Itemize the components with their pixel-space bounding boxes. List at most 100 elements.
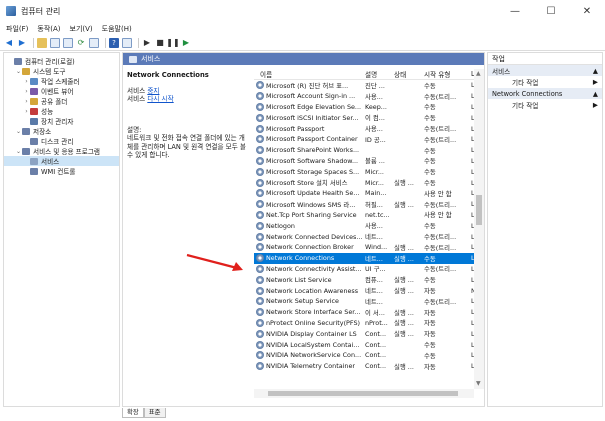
service-startup-type: 자동 [424, 308, 436, 317]
expanded-chevron-icon[interactable]: ⌄ [15, 148, 22, 155]
collapse-up-icon[interactable]: ▲ [593, 90, 598, 98]
table-row[interactable]: Network Setup Service 네트... 수동(트리... L [254, 296, 484, 307]
table-row[interactable]: NVIDIA NetworkService Con... Cont... 수동 L [254, 350, 484, 361]
tree-item[interactable]: ⌄ 저장소 [4, 126, 119, 136]
table-row[interactable]: Network Connectivity Assist... UI 구... 수동(… [254, 264, 484, 275]
table-row[interactable]: Microsoft Passport Container ID 공... 수동(트리… [254, 134, 484, 145]
maximize-button[interactable]: ☐ [533, 0, 569, 22]
table-row[interactable]: Network Connection Broker Wind... 실행 ... 수동… [254, 242, 484, 253]
column-header-name[interactable]: 이름 [254, 69, 363, 79]
service-description: UI 구... [365, 265, 386, 274]
table-row[interactable]: Microsoft Update Health Se... Main... 사용 안… [254, 188, 484, 199]
tree-item[interactable]: › 성능 [4, 106, 119, 116]
pause-icon[interactable]: ❚❚ [166, 38, 179, 48]
table-row[interactable]: Microsoft iSCSI Initiator Ser... 이 컴... 수동… [254, 112, 484, 123]
tab-standard[interactable]: 표준 [143, 408, 166, 418]
vertical-scrollbar[interactable]: ▲ ▼ [474, 69, 484, 389]
collapsed-chevron-icon[interactable]: › [23, 88, 30, 95]
actions-more-network-connections[interactable]: 기타 작업 ▶ [488, 99, 602, 111]
close-button[interactable]: ✕ [569, 0, 605, 22]
stop-service-link[interactable]: 중지 [147, 87, 159, 95]
tree-item[interactable]: 디스크 관리 [4, 136, 119, 146]
table-row[interactable]: Net.Tcp Port Sharing Service net.tc... 사용 … [254, 210, 484, 221]
services-list: 이름 설명 상태 시작 유형 L^ Microsoft (R) 진단 허브 표.… [254, 69, 484, 399]
service-gear-icon [256, 102, 264, 111]
table-row[interactable]: Microsoft Edge Elevation Se... Keep... 수동 L [254, 102, 484, 113]
table-row[interactable]: Microsoft Store 설치 서비스 Micr... 실행 ... 수동 L [254, 177, 484, 188]
tree-item[interactable]: › 작업 스케줄러 [4, 76, 119, 86]
table-row[interactable]: NVIDIA Telemetry Container Cont... 실행 ... 자… [254, 361, 484, 372]
console-tree-icon[interactable] [50, 38, 60, 48]
scroll-down-icon[interactable]: ▼ [476, 380, 481, 387]
tree-node-icon [22, 67, 30, 75]
tree-item[interactable]: › 이벤트 뷰어 [4, 86, 119, 96]
table-row[interactable]: Netlogon 사용... 수동 L [254, 220, 484, 231]
service-name-cell: Microsoft Passport Container [254, 135, 363, 144]
tree-node-icon [22, 127, 30, 135]
table-row[interactable]: NVIDIA LocalSystem Contai... Cont... 수동 L [254, 339, 484, 350]
collapsed-chevron-icon[interactable]: › [23, 108, 30, 115]
service-name-cell: Network Connectivity Assist... [254, 264, 363, 273]
collapse-up-icon[interactable]: ▲ [593, 67, 598, 75]
tree-item[interactable]: ⌄ 서비스 및 응용 프로그램 [4, 146, 119, 156]
actions-more-services[interactable]: 기타 작업 ▶ [488, 76, 602, 88]
scroll-up-icon[interactable]: ▲ [476, 70, 481, 77]
horizontal-scroll-thumb[interactable] [268, 391, 458, 396]
back-arrow-icon[interactable]: ◀ [4, 38, 14, 48]
service-name-cell: Microsoft Software Shadow... [254, 156, 363, 165]
table-row[interactable]: Microsoft Windows SMS 라... 허필... 실행 ... 수동(… [254, 199, 484, 210]
tree-item[interactable]: WMI 컨트롤 [4, 166, 119, 176]
table-row[interactable]: Microsoft Software Shadow... 볼륨 ... 수동 L [254, 156, 484, 167]
column-header-status[interactable]: 상태 [392, 69, 422, 79]
table-row[interactable]: Network List Service 컴퓨... 실행 ... 수동 L [254, 274, 484, 285]
service-name: Microsoft SharePoint Works... [266, 146, 360, 155]
actions-section-services[interactable]: 서비스 ▲ [488, 65, 602, 76]
tree-item[interactable]: 서비스 [4, 156, 119, 166]
table-row[interactable]: Network Connections 네트... 실행 ... 수동 L [254, 252, 484, 264]
expanded-chevron-icon[interactable]: ⌄ [15, 68, 22, 75]
actions-item-label: 기타 작업 [512, 79, 539, 87]
collapsed-chevron-icon[interactable]: › [23, 78, 30, 85]
table-row[interactable]: Microsoft Storage Spaces S... Micr... 수동 L [254, 166, 484, 177]
folder-up-icon[interactable] [37, 38, 47, 48]
actions-section-network-connections[interactable]: Network Connections ▲ [488, 88, 602, 99]
minimize-button[interactable]: — [497, 0, 533, 22]
play-icon[interactable]: ▶ [142, 38, 152, 48]
table-row[interactable]: Microsoft Account Sign-in ... 사용... 수동(트리.… [254, 91, 484, 102]
table-row[interactable]: Microsoft Passport 사용... 수동(트리... L [254, 123, 484, 134]
tree-item[interactable]: 장치 관리자 [4, 116, 119, 126]
table-row[interactable]: nProtect Online Security(PFS) nProt... 실행 … [254, 318, 484, 329]
export-icon[interactable] [89, 38, 99, 48]
stop-icon[interactable]: ■ [155, 38, 165, 48]
service-name-cell: nProtect Online Security(PFS) [254, 318, 363, 327]
collapsed-chevron-icon[interactable]: › [23, 98, 30, 105]
view-icon[interactable] [122, 38, 132, 48]
help-icon[interactable]: ? [109, 38, 119, 48]
refresh-icon[interactable]: ⟳ [76, 38, 86, 48]
vertical-scroll-thumb[interactable] [476, 195, 482, 225]
horizontal-scrollbar[interactable] [254, 389, 474, 398]
resume-icon[interactable]: ▶ [181, 38, 191, 48]
menu-help[interactable]: 도움말(H) [102, 24, 132, 34]
table-row[interactable]: Microsoft SharePoint Works... 수동 L [254, 145, 484, 156]
properties-icon[interactable] [63, 38, 73, 48]
tab-extended[interactable]: 확장 [122, 408, 144, 418]
table-row[interactable]: Network Location Awareness네트...실행 ...자동N [254, 285, 484, 296]
column-header-description[interactable]: 설명 [363, 69, 392, 79]
table-row[interactable]: Network Store Interface Ser... 이 서... 실행 .… [254, 307, 484, 318]
table-row[interactable]: NVIDIA Display Container LS Cont... 실행 ...… [254, 328, 484, 339]
table-row[interactable]: Network Connected Devices... 네트... 수동(트리..… [254, 231, 484, 242]
tree-item[interactable]: ⌄ 시스템 도구 [4, 66, 119, 76]
menu-view[interactable]: 보기(V) [70, 24, 93, 34]
expanded-chevron-icon[interactable]: ⌄ [15, 128, 22, 135]
service-name-cell: Microsoft iSCSI Initiator Ser... [254, 113, 363, 122]
restart-service-link[interactable]: 다시 시작 [147, 95, 173, 103]
service-name-cell: Microsoft Account Sign-in ... [254, 92, 363, 101]
column-header-startup-type[interactable]: 시작 유형 [422, 69, 469, 79]
menu-file[interactable]: 파일(F) [6, 24, 28, 34]
table-row[interactable]: Microsoft (R) 진단 허브 표... 진단 ... 수동 L [254, 80, 484, 91]
forward-arrow-icon[interactable]: ▶ [17, 38, 27, 48]
menu-action[interactable]: 동작(A) [37, 24, 60, 34]
tree-item[interactable]: › 공유 폴더 [4, 96, 119, 106]
tree-item[interactable]: 컴퓨터 관리(로컬) [4, 56, 119, 66]
